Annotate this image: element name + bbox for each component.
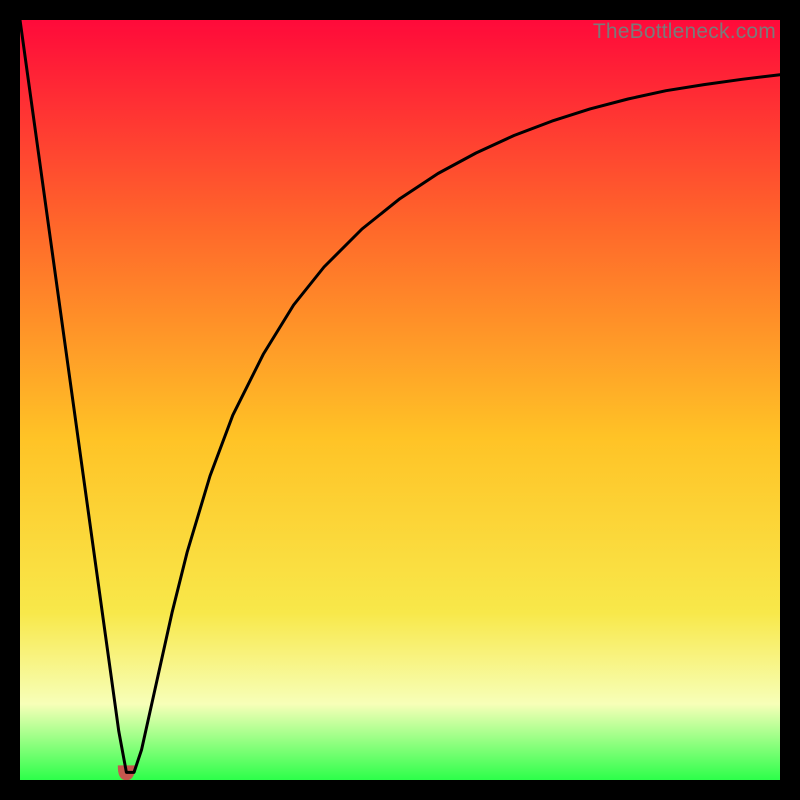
watermark-text: TheBottleneck.com bbox=[593, 20, 776, 44]
chart-frame: TheBottleneck.com bbox=[20, 20, 780, 780]
bottleneck-chart bbox=[20, 20, 780, 780]
gradient-background bbox=[20, 20, 780, 780]
